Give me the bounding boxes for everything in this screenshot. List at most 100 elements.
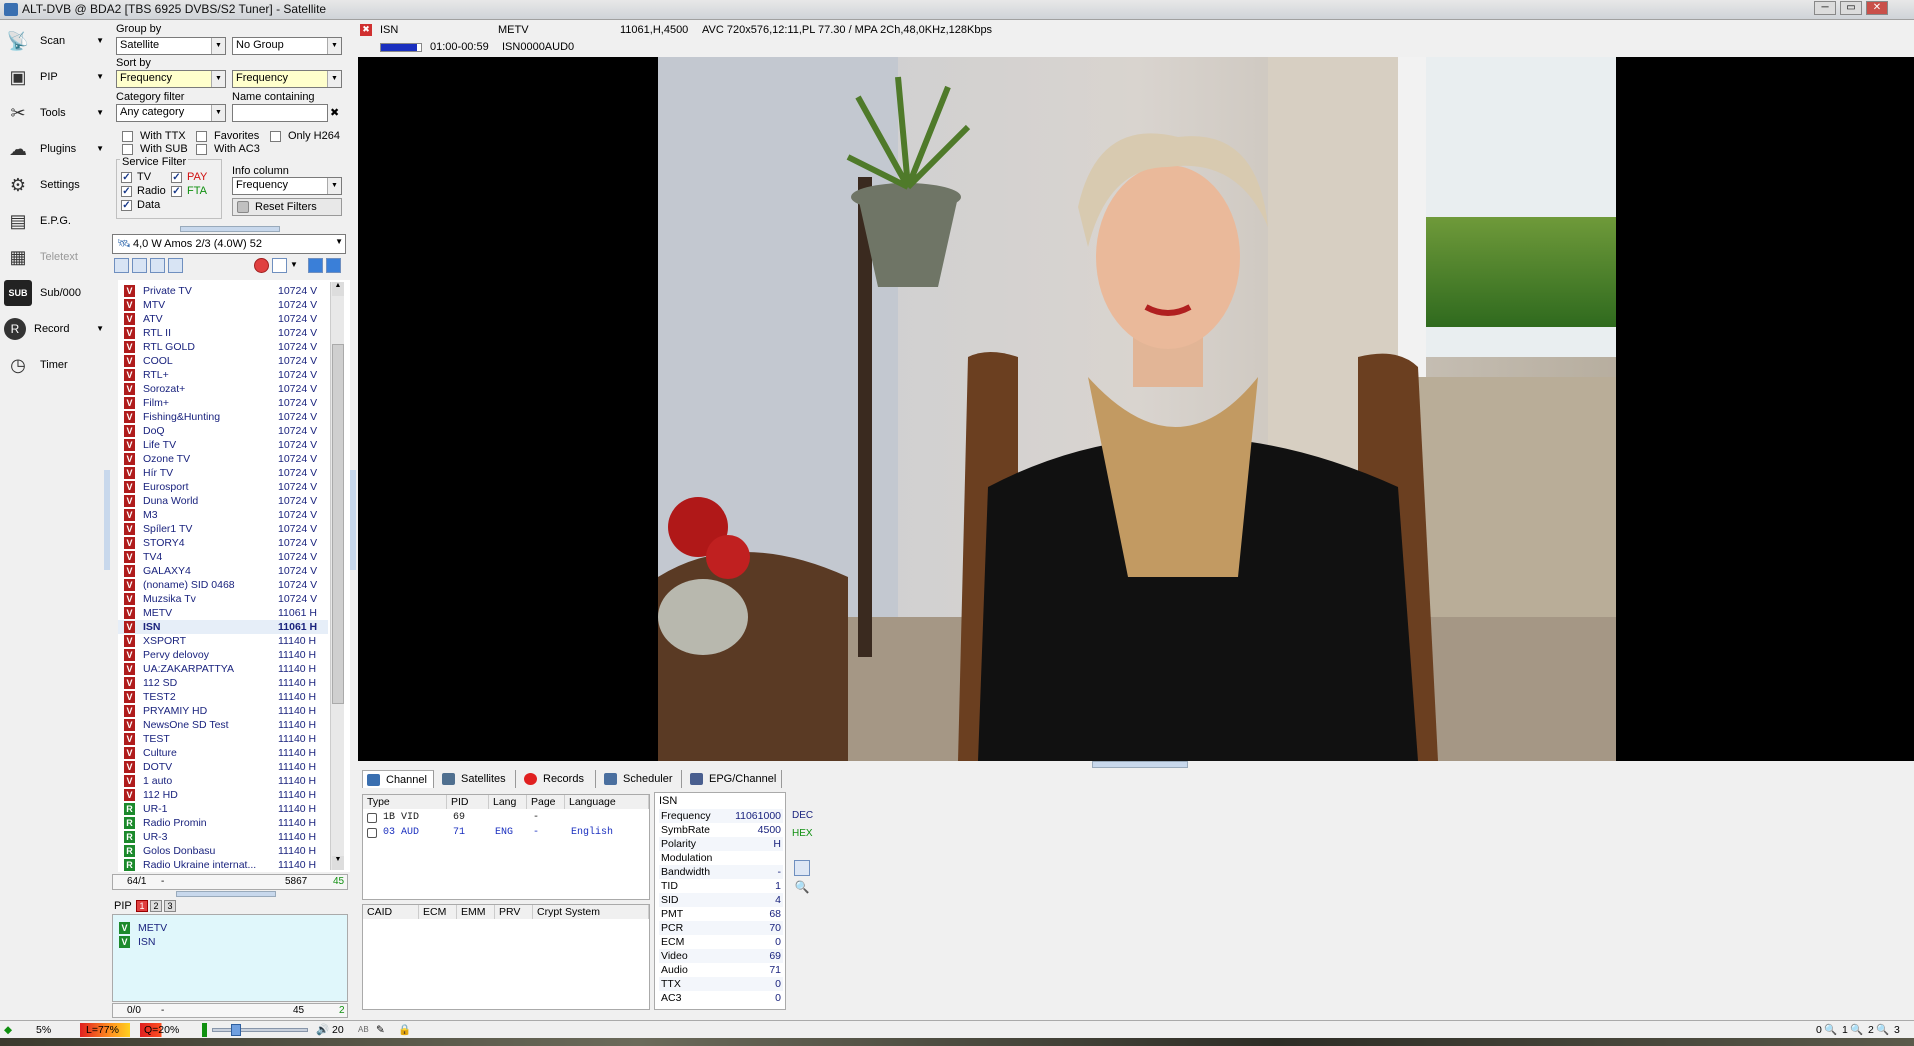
favorites-checkbox[interactable] (196, 131, 207, 142)
tab-satellites[interactable]: Satellites (438, 770, 516, 788)
pip-tab-2[interactable]: 2 (150, 900, 162, 912)
channel-row[interactable]: V RTL+ 10724 V (118, 368, 328, 382)
toolbar-tools-button[interactable]: ✂ Tools ▼ (4, 96, 106, 130)
tab-channel[interactable]: Channel (362, 770, 434, 788)
toolbar-plugins-button[interactable]: ☁ Plugins ▼ (4, 132, 106, 166)
channel-row[interactable]: V Pervy delovoy 11140 H (118, 648, 328, 662)
pid-table-header[interactable]: Lang (489, 795, 527, 809)
pip-item[interactable]: V METV (113, 921, 323, 935)
with-sub-checkbox[interactable] (122, 144, 133, 155)
channel-row[interactable]: V DOTV 11140 H (118, 760, 328, 774)
tv-checkbox[interactable] (121, 172, 132, 183)
channel-row[interactable]: V Sorozat+ 10724 V (118, 382, 328, 396)
sort-by-select[interactable]: Frequency ▼ (116, 70, 226, 88)
reset-filters-button[interactable]: Reset Filters (232, 198, 342, 216)
channel-row[interactable]: V PRYAMIY HD 11140 H (118, 704, 328, 718)
search-icon[interactable]: 🔍 (794, 880, 810, 896)
close-button[interactable]: ✕ (1866, 1, 1888, 15)
pid-table-row[interactable]: 1B VID 69 - (363, 811, 649, 825)
satellite-select[interactable]: 🛰 4,0 W Amos 2/3 (4.0W) 52 ▼ (112, 234, 346, 254)
with-ttx-checkbox[interactable] (122, 131, 133, 142)
recorder-icon[interactable]: ✎ (376, 1023, 385, 1037)
toolbar-settings-button[interactable]: ⚙ Settings (4, 168, 106, 202)
info-column-select[interactable]: Frequency ▼ (232, 177, 342, 195)
sort-by-select-2[interactable]: Frequency ▼ (232, 70, 342, 88)
caid-table-header[interactable]: CAID (363, 905, 419, 919)
channel-row[interactable]: V GALAXY4 10724 V (118, 564, 328, 578)
toolbar-teletext-button[interactable]: ▦ Teletext (4, 240, 106, 274)
channel-row[interactable]: V METV 11061 H (118, 606, 328, 620)
pip-item[interactable]: V ISN (113, 935, 323, 949)
chevron-down-icon[interactable]: ▼ (96, 72, 104, 81)
volume-slider[interactable] (212, 1024, 308, 1036)
radio-checkbox[interactable] (121, 186, 132, 197)
splitter-handle[interactable] (176, 891, 276, 897)
pid-table-header[interactable]: Page (527, 795, 565, 809)
channel-row[interactable]: V Ozone TV 10724 V (118, 452, 328, 466)
toolbar-timer-button[interactable]: ◷ Timer (4, 348, 106, 382)
channel-row[interactable]: V Muzsika Tv 10724 V (118, 592, 328, 606)
tab-epg-channel[interactable]: EPG/Channel (686, 770, 782, 788)
name-input[interactable] (232, 104, 328, 122)
pip-tab-3[interactable]: 3 (164, 900, 176, 912)
channel-row[interactable]: V TV4 10724 V (118, 550, 328, 564)
scrollbar-thumb[interactable] (332, 344, 344, 704)
pid-table-header[interactable]: PID (447, 795, 489, 809)
data-checkbox[interactable] (121, 200, 132, 211)
toolbar-e-p-g--button[interactable]: ▤ E.P.G. (4, 204, 106, 238)
channel-row[interactable]: V ISN 11061 H (118, 620, 328, 634)
pid-table-header[interactable]: Language (565, 795, 649, 809)
tab-records[interactable]: Records (520, 770, 596, 788)
group-select[interactable]: No Group ▼ (232, 37, 342, 55)
caid-table-header[interactable]: Crypt System (533, 905, 649, 919)
pay-checkbox[interactable] (171, 172, 182, 183)
pip-tab-1[interactable]: 1 (136, 900, 148, 912)
channel-row[interactable]: R Radio Ukraine internat... 11140 H (118, 858, 328, 872)
zoom-2[interactable]: 2 (1868, 1023, 1874, 1037)
undo-icon[interactable] (272, 258, 287, 273)
right-splitter[interactable] (350, 470, 356, 570)
clear-name-icon[interactable]: ✖ (330, 106, 344, 120)
zoom-icon[interactable]: 🔍 (1876, 1023, 1889, 1037)
details-view-icon[interactable] (132, 258, 147, 273)
caid-table-header[interactable]: PRV (495, 905, 533, 919)
channel-row[interactable]: V Duna World 10724 V (118, 494, 328, 508)
hex-button[interactable]: HEX (792, 828, 813, 839)
close-icon[interactable]: ✖ (360, 24, 372, 36)
channel-row[interactable]: V COOL 10724 V (118, 354, 328, 368)
channel-row[interactable]: V Private TV 10724 V (118, 284, 328, 298)
toolbar-scan-button[interactable]: 📡 Scan ▼ (4, 24, 106, 58)
channel-row[interactable]: R UR-1 11140 H (118, 802, 328, 816)
lock-icon[interactable]: 🔒 (398, 1023, 411, 1037)
channel-row[interactable]: V MTV 10724 V (118, 298, 328, 312)
chevron-down-icon[interactable]: ▼ (96, 108, 104, 117)
channel-row[interactable]: V Eurosport 10724 V (118, 480, 328, 494)
channel-row[interactable]: V UA:ZAKARPATTYA 11140 H (118, 662, 328, 676)
scroll-down-icon[interactable]: ▼ (332, 856, 344, 870)
channel-row[interactable]: V 112 HD 11140 H (118, 788, 328, 802)
caid-table-header[interactable]: ECM (419, 905, 457, 919)
channel-row[interactable]: V ATV 10724 V (118, 312, 328, 326)
channel-row[interactable]: V M3 10724 V (118, 508, 328, 522)
splitter-handle[interactable] (1092, 761, 1188, 768)
channel-row[interactable]: V Life TV 10724 V (118, 438, 328, 452)
channel-row[interactable]: V Fishing&Hunting 10724 V (118, 410, 328, 424)
zoom-3[interactable]: 3 (1894, 1023, 1900, 1037)
channel-row[interactable]: V 1 auto 11140 H (118, 774, 328, 788)
channel-row[interactable]: V RTL II 10724 V (118, 326, 328, 340)
channel-row[interactable]: R Golos Donbasu 11140 H (118, 844, 328, 858)
maximize-button[interactable]: ▭ (1840, 1, 1862, 15)
video-display[interactable] (358, 57, 1914, 761)
zoom-0[interactable]: 0 (1816, 1023, 1822, 1037)
channel-row[interactable]: V Film+ 10724 V (118, 396, 328, 410)
zoom-icon[interactable]: 🔍 (1824, 1023, 1837, 1037)
minimize-button[interactable]: ─ (1814, 1, 1836, 15)
channel-row[interactable]: V 112 SD 11140 H (118, 676, 328, 690)
left-splitter[interactable] (104, 470, 110, 570)
toolbar-record-button[interactable]: R Record ▼ (4, 312, 106, 346)
with-ac3-checkbox[interactable] (196, 144, 207, 155)
chevron-down-icon[interactable]: ▼ (96, 144, 104, 153)
scroll-up-icon[interactable]: ▲ (332, 282, 344, 296)
toolbar-sub-000-button[interactable]: SUB Sub/000 (4, 276, 106, 310)
fta-checkbox[interactable] (171, 186, 182, 197)
